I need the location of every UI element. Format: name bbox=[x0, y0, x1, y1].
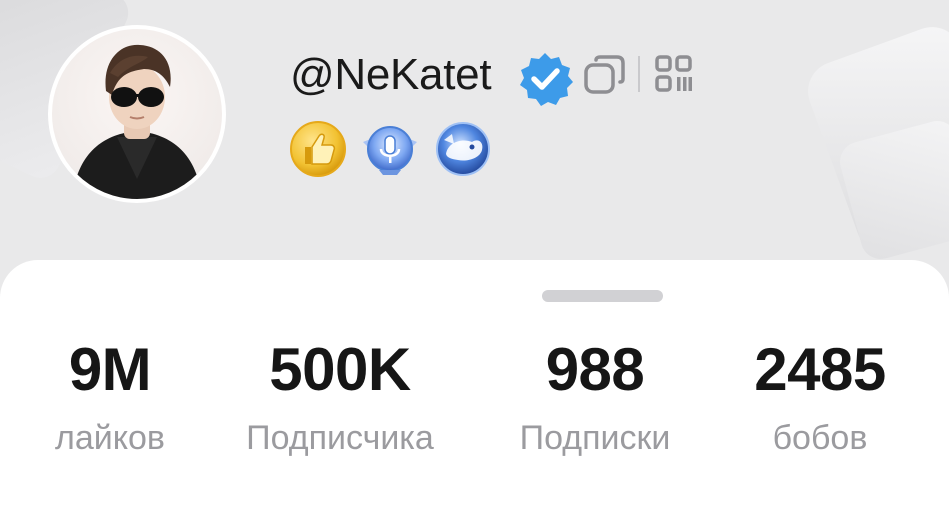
stats-sheet: 9M лайков 500K Подписчика 988 Подписки 2… bbox=[0, 260, 949, 516]
qr-code-icon[interactable] bbox=[655, 55, 693, 98]
stat-label: лайков bbox=[55, 419, 165, 457]
creature-badge-icon[interactable] bbox=[432, 120, 490, 178]
stat-label: бобов bbox=[772, 419, 868, 457]
profile-page: @NeKatet 9M лайков 500K Подписчика 988 П… bbox=[0, 0, 949, 516]
stat-beans[interactable]: 2485 бобов bbox=[735, 338, 905, 458]
divider bbox=[638, 56, 640, 92]
sheet-handle[interactable] bbox=[542, 290, 663, 302]
username: @NeKatet bbox=[290, 50, 492, 99]
stat-label: Подписчика bbox=[246, 419, 434, 457]
copy-icon[interactable] bbox=[583, 54, 627, 101]
microphone-badge-icon[interactable] bbox=[359, 120, 417, 178]
stat-value: 2485 bbox=[754, 336, 886, 403]
stat-label: Подписки bbox=[519, 419, 671, 457]
avatar[interactable] bbox=[48, 25, 226, 203]
stat-followers[interactable]: 500K Подписчика bbox=[220, 338, 460, 458]
stat-value: 500K bbox=[269, 336, 411, 403]
avatar-image bbox=[52, 29, 222, 199]
stat-likes[interactable]: 9M лайков bbox=[30, 338, 190, 458]
thumbs-up-badge-icon[interactable] bbox=[289, 120, 347, 178]
stat-value: 9M bbox=[68, 336, 152, 403]
verified-badge-icon bbox=[517, 50, 573, 111]
stat-value: 988 bbox=[545, 336, 645, 403]
stat-following[interactable]: 988 Подписки bbox=[490, 338, 700, 458]
